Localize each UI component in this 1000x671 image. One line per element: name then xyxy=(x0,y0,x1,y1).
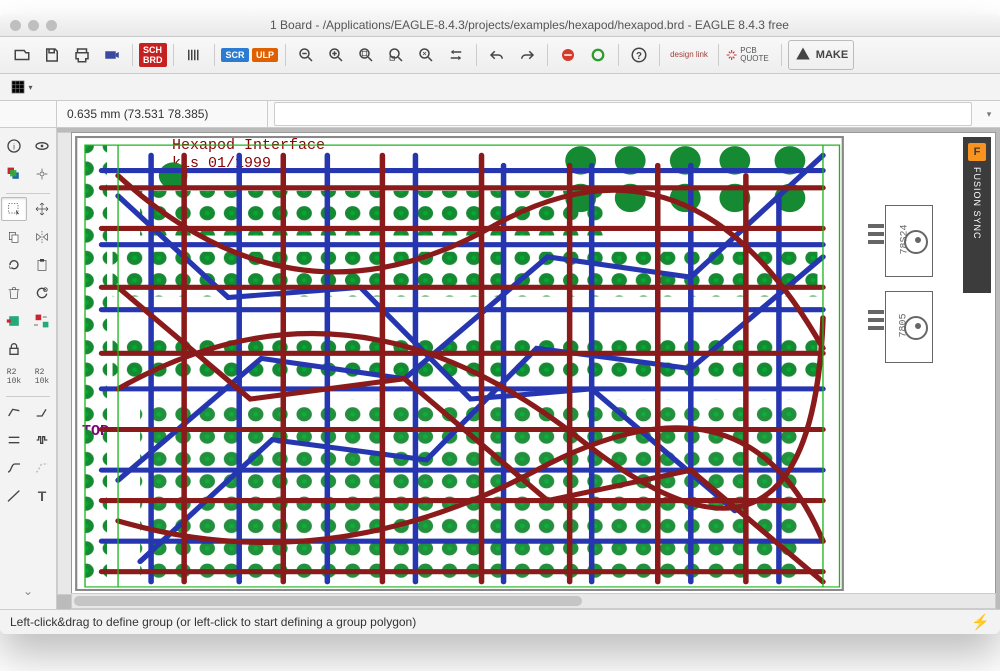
replace-tool[interactable] xyxy=(29,309,55,333)
cam-button[interactable] xyxy=(98,41,126,69)
change-tool[interactable] xyxy=(29,281,55,305)
svg-text:i: i xyxy=(13,142,15,151)
flip-button[interactable] xyxy=(442,41,470,69)
mark-tool[interactable] xyxy=(29,162,55,186)
lock-tool[interactable] xyxy=(1,337,27,361)
component-reg1: 78S24 xyxy=(885,205,933,277)
delete-tool[interactable] xyxy=(1,281,27,305)
make-button[interactable]: MAKE xyxy=(788,40,854,70)
split-tool[interactable] xyxy=(1,400,27,424)
parameter-toolbar: ▾ xyxy=(0,74,1000,101)
zoom-in-button[interactable] xyxy=(322,41,350,69)
zoom-redraw-button[interactable] xyxy=(412,41,440,69)
fusion-sync-panel[interactable]: F FUSION SYNC xyxy=(963,137,991,293)
coord-command-bar: 0.635 mm (73.531 78.385) ▾ xyxy=(0,101,1000,128)
app-window: 1 Board - /Applications/EAGLE-8.4.3/proj… xyxy=(0,14,1000,634)
pcb-quote-button[interactable]: PCB QUOTE xyxy=(725,41,775,69)
main-toolbar: SCH BRD SCR ULP ? design link PCB QUOTE … xyxy=(0,37,1000,74)
zoom-fit-button[interactable] xyxy=(352,41,380,69)
open-button[interactable] xyxy=(8,41,36,69)
canvas-container: Hexapod Interface kls 01/1999 TOP xyxy=(57,128,1000,609)
design-link-button[interactable]: design link xyxy=(666,41,712,69)
name-tool[interactable]: R210k xyxy=(1,365,27,389)
command-dropdown[interactable]: ▾ xyxy=(978,100,1000,128)
more-tools-button[interactable]: ⌄ xyxy=(5,579,51,603)
text-tool[interactable]: T xyxy=(29,484,55,508)
traffic-lights xyxy=(10,20,57,31)
pcb-artwork xyxy=(74,135,845,592)
miter-tool[interactable] xyxy=(29,400,55,424)
library-button[interactable] xyxy=(180,41,208,69)
redo-button[interactable] xyxy=(513,41,541,69)
move-tool[interactable] xyxy=(29,197,55,221)
meander-tool[interactable] xyxy=(29,428,55,452)
wire-tool[interactable] xyxy=(1,484,27,508)
fusion-icon: F xyxy=(968,143,986,161)
add-tool[interactable] xyxy=(1,309,27,333)
group-tool[interactable] xyxy=(1,197,27,221)
component-reg2: 7805 xyxy=(885,291,933,363)
work-area: i R210kR210k T ⌄ Hexapod Inte xyxy=(0,128,1000,609)
close-window-button[interactable] xyxy=(10,20,21,31)
status-bar: Left-click&drag to define group (or left… xyxy=(0,609,1000,634)
show-tool[interactable] xyxy=(29,134,55,158)
board-canvas[interactable]: Hexapod Interface kls 01/1999 TOP xyxy=(71,132,996,595)
rotate-tool[interactable] xyxy=(1,253,27,277)
status-message: Left-click&drag to define group (or left… xyxy=(10,615,416,629)
fusion-sync-label: FUSION SYNC xyxy=(972,167,982,240)
zoom-select-button[interactable] xyxy=(382,41,410,69)
optimize-tool[interactable] xyxy=(1,428,27,452)
paste-tool[interactable] xyxy=(29,253,55,277)
copy-tool[interactable] xyxy=(1,225,27,249)
go-button[interactable] xyxy=(584,41,612,69)
help-button[interactable]: ? xyxy=(625,41,653,69)
coordinates-display: 0.635 mm (73.531 78.385) xyxy=(57,101,268,127)
ripup-tool[interactable] xyxy=(29,456,55,480)
value-tool[interactable]: R210k xyxy=(29,365,55,389)
layer-tool[interactable] xyxy=(1,162,27,186)
zoom-out-button[interactable] xyxy=(292,41,320,69)
window-title: 1 Board - /Applications/EAGLE-8.4.3/proj… xyxy=(69,18,990,32)
command-input[interactable] xyxy=(274,102,972,126)
smash-tool[interactable] xyxy=(29,337,55,361)
mirror-tool[interactable] xyxy=(29,225,55,249)
minimize-window-button[interactable] xyxy=(28,20,39,31)
canvas-column: Hexapod Interface kls 01/1999 TOP xyxy=(57,128,1000,609)
tool-palette: i R210kR210k T ⌄ xyxy=(0,128,57,609)
grid-menu-button[interactable]: ▾ xyxy=(8,76,34,98)
window-titlebar: 1 Board - /Applications/EAGLE-8.4.3/proj… xyxy=(0,14,1000,37)
status-power-icon: ⚡ xyxy=(971,613,990,631)
stop-button[interactable] xyxy=(554,41,582,69)
svg-text:?: ? xyxy=(636,51,642,62)
ulp-button[interactable]: ULP xyxy=(251,41,279,69)
print-button[interactable] xyxy=(68,41,96,69)
undo-button[interactable] xyxy=(483,41,511,69)
scr-button[interactable]: SCR xyxy=(221,41,249,69)
route-tool[interactable] xyxy=(1,456,27,480)
save-button[interactable] xyxy=(38,41,66,69)
sch-brd-switch-button[interactable]: SCH BRD xyxy=(139,41,167,69)
horizontal-scrollbar[interactable] xyxy=(71,593,996,609)
zoom-window-button[interactable] xyxy=(46,20,57,31)
info-tool[interactable]: i xyxy=(1,134,27,158)
